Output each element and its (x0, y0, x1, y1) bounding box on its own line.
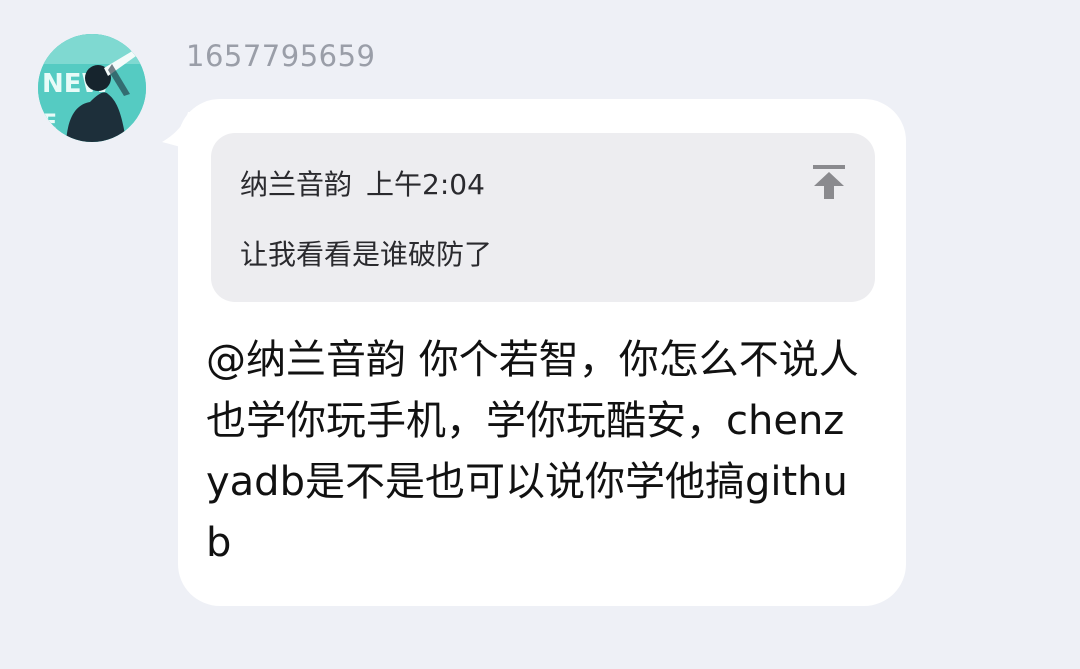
user-avatar[interactable]: NEW E (38, 34, 146, 142)
svg-text:E: E (42, 111, 57, 136)
quote-text: 让我看看是谁破防了 (240, 238, 493, 271)
sender-id[interactable]: 1657795659 (186, 38, 376, 74)
user-avatar-icon: NEW E (38, 34, 146, 142)
quote-time: 上午2:04 (366, 168, 485, 201)
quote-author: 纳兰音韵 (240, 168, 353, 201)
quoted-message[interactable]: 纳兰音韵 上午2:04 让我看看是谁破防了 (211, 133, 875, 302)
message-text: @纳兰音韵 你个若智，你怎么不说人也学你玩手机，学你玩酷安，chenzyadb是… (206, 337, 859, 566)
quote-header: 纳兰音韵 上午2:04 (240, 167, 485, 203)
jump-to-quoted-icon[interactable] (811, 163, 847, 201)
